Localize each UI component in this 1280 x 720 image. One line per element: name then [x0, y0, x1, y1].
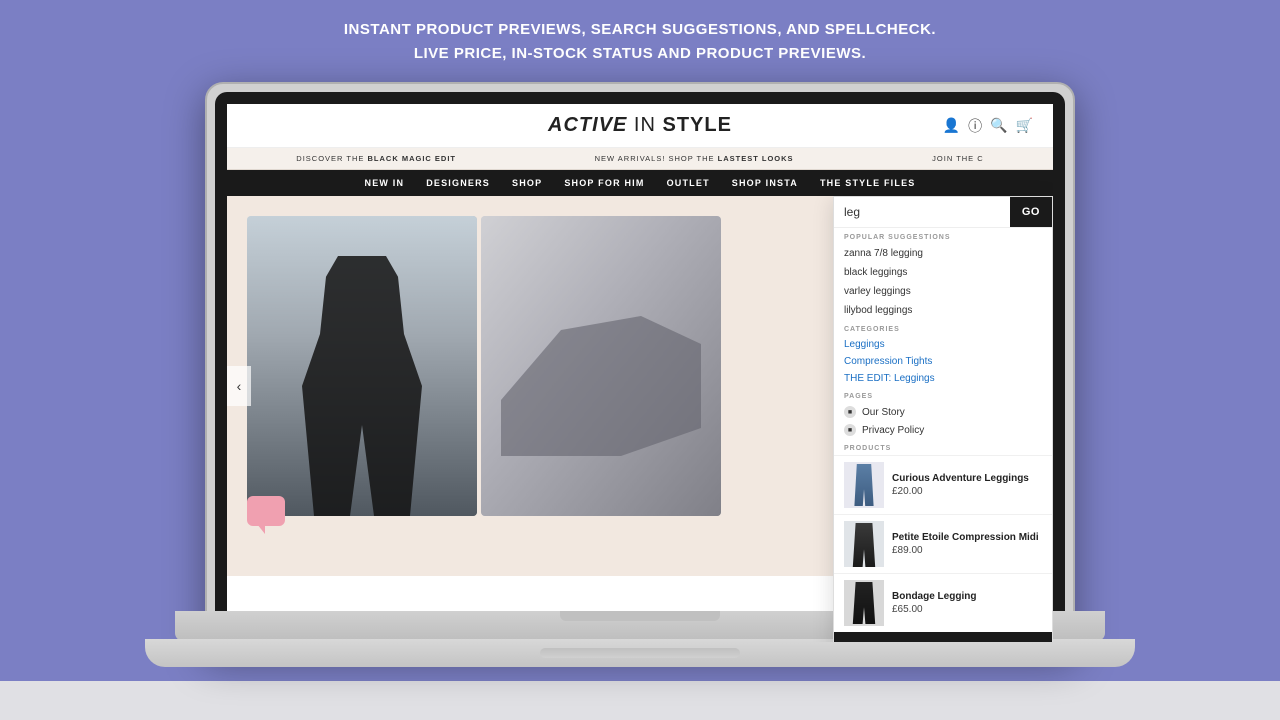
suggestion-2[interactable]: black leggings: [834, 263, 1052, 282]
nav-shop-insta[interactable]: SHOP INSTA: [732, 178, 798, 188]
suggestions-label: POPULAR SUGGESTIONS: [834, 228, 1052, 244]
nav-new-in[interactable]: NEW IN: [365, 178, 405, 188]
search-input[interactable]: [834, 197, 1010, 227]
info-icon[interactable]: ⓘ: [968, 116, 982, 136]
logo-in: IN: [627, 114, 662, 136]
categories-label: CATEGORIES: [834, 320, 1052, 336]
product-row-3[interactable]: Bondage Legging £65.00: [834, 573, 1052, 632]
nav-style-files[interactable]: THE STYLE FILES: [820, 178, 916, 188]
product-info-3: Bondage Legging £65.00: [892, 591, 976, 615]
page-label-2: Privacy Policy: [862, 425, 924, 436]
search-icon[interactable]: 🔍: [990, 117, 1007, 134]
header-icons: 👤 ⓘ 🔍 🛒: [943, 116, 1033, 136]
view-all-button[interactable]: VIEW ALL 136 ITEMS: [834, 632, 1052, 642]
product-name-2: Petite Etoile Compression Midi: [892, 532, 1039, 543]
product-thumb-3: [844, 580, 884, 626]
site-content: ‹: [227, 196, 1053, 576]
products-label: PRODUCTS: [834, 439, 1052, 455]
carousel-image-1: [247, 216, 477, 516]
nav-outlet[interactable]: OUTLET: [667, 178, 710, 188]
page-icon-2: ■: [844, 424, 856, 436]
laptop-frame: ACTIVE IN STYLE 👤 ⓘ 🔍 🛒 DISCOVER THE BLA…: [205, 82, 1075, 652]
promo-bar: DISCOVER THE BLACK MAGIC EDIT NEW ARRIVA…: [227, 148, 1053, 170]
product-thumb-legging1: [852, 464, 876, 506]
cart-icon[interactable]: 🛒: [1016, 117, 1033, 134]
product-thumb-legging3: [850, 582, 878, 624]
product-info-2: Petite Etoile Compression Midi £89.00: [892, 532, 1039, 556]
promo-item-3[interactable]: JOIN THE C: [932, 154, 984, 163]
product-price-2: £89.00: [892, 545, 1039, 556]
site-logo: ACTIVE IN STYLE: [548, 114, 732, 137]
suggestion-3[interactable]: varley leggings: [834, 282, 1052, 301]
laptop-screen: ACTIVE IN STYLE 👤 ⓘ 🔍 🛒 DISCOVER THE BLA…: [227, 104, 1053, 642]
page-item-2[interactable]: ■ Privacy Policy: [834, 421, 1052, 439]
site-header: ACTIVE IN STYLE 👤 ⓘ 🔍 🛒: [227, 104, 1053, 148]
hero-line2: LIVE PRICE, IN-STOCK STATUS AND PRODUCT …: [344, 42, 936, 66]
logo-style: STYLE: [663, 114, 732, 136]
nav-bar: NEW IN DESIGNERS SHOP SHOP FOR HIM OUTLE…: [227, 170, 1053, 196]
search-go-button[interactable]: GO: [1010, 197, 1052, 227]
hero-line1: INSTANT PRODUCT PREVIEWS, SEARCH SUGGEST…: [344, 18, 936, 42]
hero-banner: INSTANT PRODUCT PREVIEWS, SEARCH SUGGEST…: [324, 0, 956, 80]
product-price-1: £20.00: [892, 486, 1029, 497]
product-name-3: Bondage Legging: [892, 591, 976, 602]
category-2[interactable]: Compression Tights: [834, 353, 1052, 370]
category-3[interactable]: THE EDIT: Leggings: [834, 370, 1052, 387]
page-label-1: Our Story: [862, 407, 905, 418]
carousel-prev[interactable]: ‹: [227, 366, 251, 406]
nav-designers[interactable]: DESIGNERS: [426, 178, 490, 188]
laptop-hinge-notch: [560, 611, 720, 621]
promo-item-2[interactable]: NEW ARRIVALS! SHOP THE LASTEST LOOKS: [595, 154, 794, 163]
laptop-keyboard-base: [145, 639, 1135, 667]
laptop-mockup: ACTIVE IN STYLE 👤 ⓘ 🔍 🛒 DISCOVER THE BLA…: [205, 82, 1075, 681]
promo-item-1[interactable]: DISCOVER THE BLACK MAGIC EDIT: [296, 154, 456, 163]
product-price-3: £65.00: [892, 604, 976, 615]
page-item-1[interactable]: ■ Our Story: [834, 403, 1052, 421]
suggestion-1[interactable]: zanna 7/8 legging: [834, 244, 1052, 263]
product-row-1[interactable]: Curious Adventure Leggings £20.00: [834, 455, 1052, 514]
logo-active: ACTIVE: [548, 114, 627, 136]
pages-label: PAGES: [834, 387, 1052, 403]
user-icon[interactable]: 👤: [943, 117, 960, 134]
product-thumb-legging2: [850, 523, 878, 567]
product-row-2[interactable]: Petite Etoile Compression Midi £89.00: [834, 514, 1052, 573]
laptop-bezel: ACTIVE IN STYLE 👤 ⓘ 🔍 🛒 DISCOVER THE BLA…: [215, 92, 1065, 642]
nav-shop[interactable]: SHOP: [512, 178, 542, 188]
page-icon-1: ■: [844, 406, 856, 418]
page-bottom: [0, 681, 1280, 720]
search-dropdown: GO POPULAR SUGGESTIONS zanna 7/8 legging…: [833, 196, 1053, 642]
product-info-1: Curious Adventure Leggings £20.00: [892, 473, 1029, 497]
search-input-row: GO: [834, 197, 1052, 228]
product-name-1: Curious Adventure Leggings: [892, 473, 1029, 484]
nav-shop-for-him[interactable]: SHOP FOR HIM: [564, 178, 644, 188]
suggestion-4[interactable]: lilybod leggings: [834, 301, 1052, 320]
product-thumb-2: [844, 521, 884, 567]
chat-bubble[interactable]: [247, 496, 285, 526]
trackpad: [540, 648, 740, 658]
carousel-image-2: [481, 216, 721, 516]
product-thumb-1: [844, 462, 884, 508]
category-1[interactable]: Leggings: [834, 336, 1052, 353]
